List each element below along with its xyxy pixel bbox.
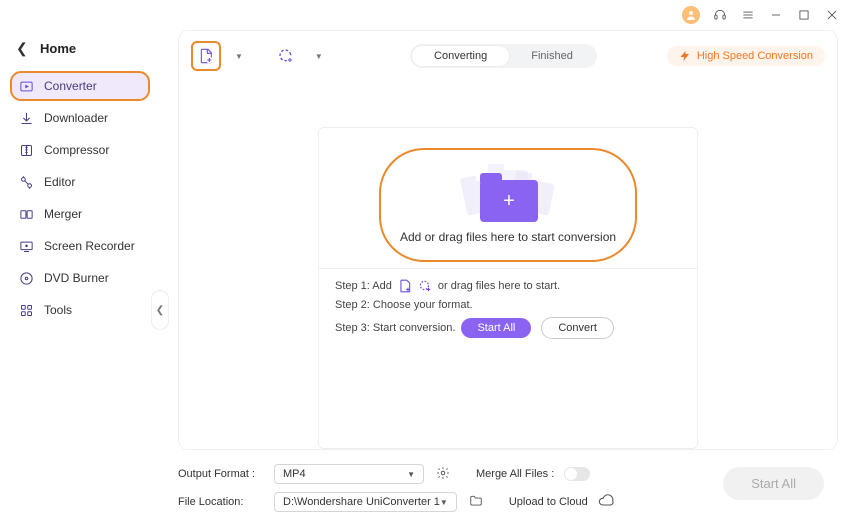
- panel-toolbar: ▼ ▼ Converting Finished High Speed Conve…: [191, 41, 825, 71]
- chevron-down-icon: ▼: [407, 470, 415, 479]
- step-2: Step 2: Choose your format.: [335, 299, 681, 311]
- convert-pill[interactable]: Convert: [541, 317, 614, 339]
- start-all-button[interactable]: Start All: [723, 467, 824, 500]
- screen-recorder-icon: [18, 238, 34, 254]
- upload-cloud-label: Upload to Cloud: [509, 496, 588, 508]
- close-icon[interactable]: [824, 7, 840, 23]
- mini-add-url-icon[interactable]: [418, 279, 432, 293]
- sidebar-item-label: Merger: [44, 207, 82, 221]
- sidebar-item-tools[interactable]: Tools: [10, 295, 150, 325]
- menu-icon[interactable]: [740, 7, 756, 23]
- editor-icon: [18, 174, 34, 190]
- drop-card: + Add or drag files here to start conver…: [318, 127, 698, 449]
- high-speed-conversion-button[interactable]: High Speed Conversion: [667, 46, 825, 66]
- sidebar-item-screen-recorder[interactable]: Screen Recorder: [10, 231, 150, 261]
- collapse-sidebar-handle[interactable]: ❮: [151, 290, 169, 330]
- add-url-button[interactable]: [271, 41, 301, 71]
- drop-area-wrap: + Add or drag files here to start conver…: [191, 71, 825, 449]
- panel: ▼ ▼ Converting Finished High Speed Conve…: [178, 30, 838, 450]
- converter-icon: [18, 78, 34, 94]
- sidebar-item-compressor[interactable]: Compressor: [10, 135, 150, 165]
- hsc-label: High Speed Conversion: [697, 50, 813, 62]
- output-format-select[interactable]: MP4 ▼: [274, 464, 424, 484]
- output-format-label: Output Format :: [178, 468, 264, 480]
- main-content: ▼ ▼ Converting Finished High Speed Conve…: [160, 30, 850, 530]
- add-url-dropdown-icon[interactable]: ▼: [315, 52, 323, 61]
- status-segment: Converting Finished: [410, 44, 597, 68]
- drop-zone[interactable]: + Add or drag files here to start conver…: [379, 148, 637, 262]
- start-all-pill[interactable]: Start All: [461, 318, 531, 338]
- step-1-suffix: or drag files here to start.: [438, 280, 560, 292]
- open-folder-icon[interactable]: [467, 494, 485, 511]
- chevron-down-icon: ▼: [440, 498, 448, 507]
- tools-icon: [18, 302, 34, 318]
- merger-icon: [18, 206, 34, 222]
- lightning-icon: [679, 50, 691, 62]
- output-format-value: MP4: [283, 468, 306, 480]
- output-settings-icon[interactable]: [434, 466, 452, 483]
- support-icon[interactable]: [712, 7, 728, 23]
- maximize-icon[interactable]: [796, 7, 812, 23]
- minimize-icon[interactable]: [768, 7, 784, 23]
- step-2-text: Step 2: Choose your format.: [335, 299, 473, 311]
- sidebar-item-label: Tools: [44, 303, 72, 317]
- file-location-label: File Location:: [178, 496, 264, 508]
- add-file-button[interactable]: [191, 41, 221, 71]
- merge-all-label: Merge All Files :: [476, 468, 554, 480]
- title-bar: [0, 0, 850, 30]
- steps: Step 1: Add or drag files here to start.…: [319, 268, 697, 339]
- tab-converting[interactable]: Converting: [412, 46, 509, 66]
- home-label: Home: [40, 41, 76, 56]
- folder-stack-icon: +: [458, 166, 558, 220]
- sidebar-item-label: DVD Burner: [44, 271, 109, 285]
- sidebar-item-converter[interactable]: Converter: [10, 71, 150, 101]
- file-location-value: D:\Wondershare UniConverter 1: [283, 496, 440, 508]
- home-row[interactable]: ❮ Home: [10, 36, 150, 71]
- sidebar-item-merger[interactable]: Merger: [10, 199, 150, 229]
- tab-finished[interactable]: Finished: [509, 46, 595, 66]
- sidebar-item-label: Screen Recorder: [44, 239, 135, 253]
- step-3: Step 3: Start conversion. Start All Conv…: [335, 317, 681, 339]
- step-3-text: Step 3: Start conversion.: [335, 322, 455, 334]
- step-1-prefix: Step 1: Add: [335, 280, 392, 292]
- sidebar-item-label: Compressor: [44, 143, 109, 157]
- sidebar-item-label: Converter: [44, 79, 97, 93]
- sidebar-item-editor[interactable]: Editor: [10, 167, 150, 197]
- compressor-icon: [18, 142, 34, 158]
- file-location-select[interactable]: D:\Wondershare UniConverter 1 ▼: [274, 492, 457, 512]
- back-icon[interactable]: ❮: [16, 40, 26, 57]
- add-file-dropdown-icon[interactable]: ▼: [235, 52, 243, 61]
- sidebar: ❮ Home Converter Downloader Compressor E…: [0, 30, 160, 530]
- user-avatar[interactable]: [682, 6, 700, 24]
- sidebar-item-downloader[interactable]: Downloader: [10, 103, 150, 133]
- step-1: Step 1: Add or drag files here to start.: [335, 279, 681, 293]
- downloader-icon: [18, 110, 34, 126]
- merge-all-toggle[interactable]: [564, 467, 590, 481]
- sidebar-item-label: Editor: [44, 175, 75, 189]
- mini-add-file-icon[interactable]: [398, 279, 412, 293]
- add-folder-icon: +: [480, 180, 538, 222]
- dvd-burner-icon: [18, 270, 34, 286]
- sidebar-item-label: Downloader: [44, 111, 108, 125]
- sidebar-item-dvd-burner[interactable]: DVD Burner: [10, 263, 150, 293]
- drop-zone-text: Add or drag files here to start conversi…: [400, 230, 616, 244]
- cloud-icon[interactable]: [598, 493, 614, 512]
